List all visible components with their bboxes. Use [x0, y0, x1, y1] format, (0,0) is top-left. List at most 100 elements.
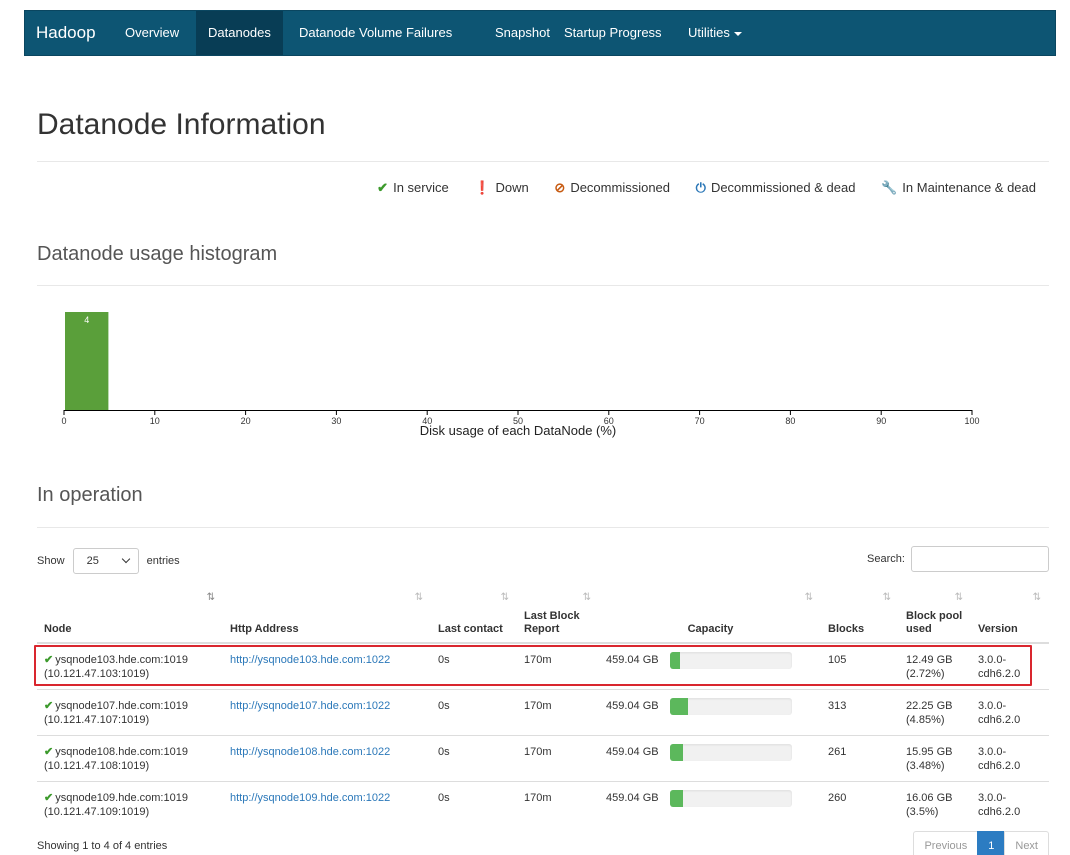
entries-select[interactable]: 25	[72, 548, 139, 574]
nav-startup-progress[interactable]: Startup Progress	[552, 11, 674, 55]
exclamation-circle-icon: ❗	[474, 180, 491, 195]
capacity-value: 459.04 GB	[606, 791, 659, 804]
power-icon: ⏻	[695, 180, 706, 195]
x-tick-label: 30	[331, 416, 341, 426]
histogram-bar	[65, 312, 109, 410]
x-tick-label: 70	[695, 416, 705, 426]
capacity-fill	[670, 697, 688, 715]
legend-down: ❗ Down	[474, 180, 529, 195]
capacity-value: 459.04 GB	[606, 699, 659, 712]
nav-utilities-label: Utilities	[688, 25, 730, 40]
x-tick-label: 10	[150, 416, 160, 426]
block-pool-used-cell: 16.06 GB (3.5%)	[899, 780, 971, 827]
nav-datanode-volume-failures[interactable]: Datanode Volume Failures	[287, 11, 464, 55]
blocks-cell: 261	[821, 734, 899, 781]
nav-utilities-dropdown[interactable]: Utilities	[676, 11, 754, 55]
checkmark-icon: ✔	[377, 180, 389, 195]
chevron-down-icon	[733, 31, 742, 36]
table-row: ✔ ysqnode107.hde.com:1019 (10.121.47.107:1…	[37, 688, 1049, 735]
next-button[interactable]: Next	[1004, 831, 1049, 855]
http-address-link[interactable]: http://ysqnode109.hde.com:1022	[230, 792, 390, 804]
capacity-progress-bar	[670, 743, 792, 761]
last-contact-cell: 0s	[431, 688, 517, 735]
col-node[interactable]: Node ⇅	[37, 588, 223, 644]
ban-circle-icon: ⊘	[554, 180, 566, 195]
table-search: Search:	[867, 546, 1049, 572]
status-legend: ✔ In service ❗ Down ⊘ Decommissioned ⏻ Decom…	[355, 180, 1036, 196]
x-tick-label: 100	[964, 416, 979, 426]
capacity-cell: 459.04 GB	[599, 734, 821, 781]
last-block-report-cell: 170m	[517, 780, 599, 827]
wrench-icon: 🔧	[881, 180, 898, 195]
col-blocks[interactable]: Blocks ⇅	[821, 588, 899, 644]
histogram-title: Datanode usage histogram	[37, 243, 278, 265]
nav-snapshot[interactable]: Snapshot	[483, 11, 562, 55]
capacity-fill	[670, 743, 683, 761]
search-label: Search:	[867, 552, 905, 565]
entries-length-control: Show 25 entries	[37, 548, 180, 574]
sort-icon: ⇅	[582, 592, 591, 603]
last-contact-cell: 0s	[431, 734, 517, 781]
col-version[interactable]: Version ⇅	[971, 588, 1049, 644]
divider	[37, 285, 1049, 286]
legend-decommissioned: ⊘ Decommissioned	[554, 180, 671, 195]
checkmark-icon: ✔	[44, 745, 54, 758]
top-navbar: Hadoop Overview Datanodes Datanode Volum…	[24, 10, 1056, 56]
pagination: Previous 1 Next	[913, 831, 1049, 855]
table-info: Showing 1 to 4 of 4 entries	[37, 840, 168, 852]
x-axis-label: Disk usage of each DataNode (%)	[420, 423, 617, 438]
block-pool-used-cell: 15.95 GB (3.48%)	[899, 734, 971, 781]
http-address-link[interactable]: http://ysqnode108.hde.com:1022	[230, 746, 390, 758]
col-last-block-report[interactable]: Last Block Report ⇅	[517, 588, 599, 644]
brand-link[interactable]: Hadoop	[36, 23, 96, 43]
show-label: Show	[37, 554, 65, 567]
datanode-table: Node ⇅ Http Address ⇅ Last contact ⇅ Last B…	[37, 588, 1049, 827]
divider	[37, 161, 1049, 162]
sort-icon: ⇅	[804, 592, 813, 603]
divider	[37, 527, 1049, 528]
node-cell: ✔ ysqnode109.hde.com:1019 (10.121.47.109:1…	[37, 780, 223, 827]
version-cell: 3.0.0- cdh6.2.0	[971, 734, 1049, 781]
legend-decommissioned-dead: ⏻ Decommissioned & dead	[695, 180, 856, 195]
previous-button[interactable]: Previous	[913, 831, 979, 855]
http-cell: http://ysqnode108.hde.com:1022	[223, 734, 431, 781]
http-cell: http://ysqnode107.hde.com:1022	[223, 688, 431, 735]
search-input[interactable]	[911, 546, 1049, 572]
entries-label: entries	[146, 554, 180, 567]
chevron-down-icon	[121, 554, 130, 564]
operation-title: In operation	[37, 484, 143, 506]
version-cell: 3.0.0- cdh6.2.0	[971, 780, 1049, 827]
x-tick-label: 0	[61, 416, 66, 426]
capacity-progress-bar	[670, 789, 792, 807]
last-contact-cell: 0s	[431, 780, 517, 827]
col-capacity[interactable]: Capacity ⇅	[599, 588, 821, 644]
nav-overview[interactable]: Overview	[113, 11, 191, 55]
x-tick-label: 90	[876, 416, 886, 426]
col-block-pool-used[interactable]: Block pool used ⇅	[899, 588, 971, 644]
nav-datanodes[interactable]: Datanodes	[196, 11, 283, 55]
capacity-progress-bar	[670, 697, 792, 715]
node-cell: ✔ ysqnode107.hde.com:1019 (10.121.47.107:1…	[37, 688, 223, 735]
col-http-address[interactable]: Http Address ⇅	[223, 588, 431, 644]
version-cell: 3.0.0- cdh6.2.0	[971, 688, 1049, 735]
x-tick-label: 20	[241, 416, 251, 426]
legend-in-service: ✔ In service	[377, 180, 449, 195]
http-address-link[interactable]: http://ysqnode107.hde.com:1022	[230, 700, 390, 712]
x-tick-label: 80	[785, 416, 795, 426]
highlight-box	[34, 645, 1032, 686]
sort-icon: ⇅	[882, 592, 891, 603]
blocks-cell: 260	[821, 780, 899, 827]
sort-icon: ⇅	[414, 592, 423, 603]
capacity-value: 459.04 GB	[606, 745, 659, 758]
last-block-report-cell: 170m	[517, 688, 599, 735]
entries-select-value: 25	[86, 555, 99, 567]
checkmark-icon: ✔	[44, 791, 54, 804]
capacity-fill	[670, 789, 683, 807]
checkmark-icon: ✔	[44, 699, 54, 712]
page-1-button[interactable]: 1	[977, 831, 1006, 855]
block-pool-used-cell: 22.25 GB (4.85%)	[899, 688, 971, 735]
table-row: ✔ ysqnode109.hde.com:1019 (10.121.47.109:1…	[37, 780, 1049, 827]
col-last-contact[interactable]: Last contact ⇅	[431, 588, 517, 644]
last-block-report-cell: 170m	[517, 734, 599, 781]
capacity-cell: 459.04 GB	[599, 688, 821, 735]
